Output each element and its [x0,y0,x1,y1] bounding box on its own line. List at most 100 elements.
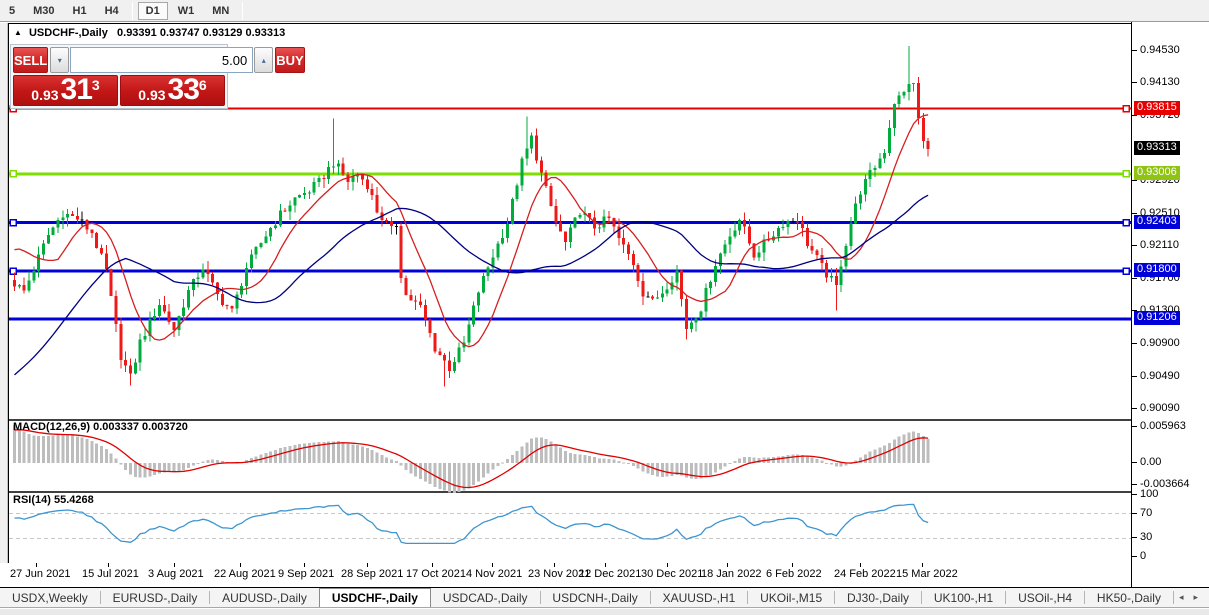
date-axis-label: 15 Mar 2022 [896,568,958,580]
tab-scroll-controls: ◂ ▸ [1172,588,1209,607]
axis-tick [1132,484,1137,486]
rsi-label: RSI(14) 55.4268 [13,494,94,506]
timeframe-button-m30[interactable]: M30 [25,2,62,20]
tab-audusd-daily[interactable]: AUDUSD-,Daily [210,588,319,607]
tab-usdchf-daily[interactable]: USDCHF-,Daily [318,588,431,607]
buy-price-pip: 6 [198,77,207,93]
axis-tick [1132,278,1137,280]
sell-price-prefix: 0.93 [31,86,59,103]
price-axis-label: 0.94130 [1140,76,1180,89]
axis-tick [1132,408,1137,410]
axis-tick [1132,82,1137,84]
date-tick [605,563,606,567]
date-axis-label: 9 Sep 2021 [278,568,335,580]
tab-uk100-h1[interactable]: UK100-,H1 [922,588,1005,607]
tab-usoil-h4[interactable]: USOil-,H4 [1006,588,1084,607]
timeframe-button-d1[interactable]: D1 [137,1,168,20]
axis-tick [1132,179,1137,181]
trading-terminal-window: 5 M30 H1 H4 D1 W1 MN ▲ USDCHF-,Daily 0.93391 0… [0,0,1209,615]
toolbar-separator [131,1,133,20]
rsi-axis-label: 70 [1140,506,1153,519]
date-tick [36,563,37,567]
date-tick [922,563,923,567]
macd-label: MACD(12,26,9) 0.003337 0.003720 [13,421,188,433]
price-axis-label: 0.90090 [1140,402,1180,415]
date-axis-label: 6 Feb 2022 [766,568,822,580]
sell-price-main: 31 [60,72,93,106]
axis-tick [1132,375,1137,377]
price-axis-label: 0.94530 [1140,44,1180,56]
date-tick [304,563,305,567]
tab-usdcad-daily[interactable]: USDCAD-,Daily [431,588,540,607]
date-axis-label: 24 Feb 2022 [834,568,896,580]
sell-button[interactable]: SELL [13,47,49,73]
axis-tick [1132,494,1137,495]
tab-usdx-weekly[interactable]: USDX,Weekly [0,588,100,607]
date-tick [108,563,109,567]
axis-tick [1132,537,1137,539]
tab-ukoil-m15[interactable]: UKOil-,M15 [748,588,834,607]
chart-title: ▲ USDCHF-,Daily 0.93391 0.93747 0.93129 … [14,27,285,39]
tab-scroll-right-icon[interactable]: ▸ [1188,592,1203,603]
tab-hk50-daily[interactable]: HK50-,Daily [1085,588,1173,607]
date-axis-label: 18 Jan 2022 [701,568,762,580]
price-level-badge: 0.93006 [1134,165,1180,180]
tab-xauusd-h1[interactable]: XAUUSD-,H1 [651,588,748,607]
date-tick [860,563,861,567]
date-tick [554,563,555,567]
timeframe-button-h1[interactable]: H1 [65,2,95,20]
price-axis-label: 0.90490 [1140,369,1180,382]
chart-symbol-period: USDCHF-,Daily [28,27,108,39]
axis-tick [1132,50,1137,51]
date-axis-label: 30 Dec 2021 [641,568,704,580]
timeframe-button-mn[interactable]: MN [204,2,237,20]
tab-usdcnh-daily[interactable]: USDCNH-,Daily [540,588,649,607]
date-tick [432,563,433,567]
price-level-badge: 0.91800 [1134,263,1180,278]
axis-tick [1132,556,1137,557]
date-axis-label: 22 Aug 2021 [214,568,276,580]
timeframe-button-h4[interactable]: H4 [97,2,127,20]
timeframe-button-w1[interactable]: W1 [170,2,203,20]
price-level-badge: 0.93313 [1134,141,1180,156]
rsi-axis-label: 0 [1140,550,1147,562]
toolbar-separator [242,1,244,20]
date-tick [367,563,368,567]
volume-down-icon[interactable]: ▾ [50,47,70,73]
volume-up-icon[interactable]: ▴ [254,47,274,73]
sell-price-box[interactable]: 0.93 31 3 [13,72,118,106]
date-tick [667,563,668,567]
tab-dj30-daily[interactable]: DJ30-,Daily [835,588,921,607]
price-level-badge: 0.93815 [1134,100,1180,115]
timeframe-button-5[interactable]: 5 [1,2,23,20]
tab-eurusd-daily[interactable]: EURUSD-,Daily [101,588,210,607]
tab-scroll-left-icon[interactable]: ◂ [1174,592,1189,603]
window-left-frame [0,23,8,587]
date-axis-label: 3 Aug 2021 [148,568,204,580]
date-axis-label: 15 Jul 2021 [82,568,139,580]
status-strip [0,609,1209,615]
macd-axis-label: 0.00 [1140,456,1162,468]
axis-tick [1132,462,1137,463]
price-axis-separator [1131,22,1132,587]
date-axis[interactable]: 27 Jun 2021 15 Jul 2021 3 Aug 2021 22 Aug 2… [0,563,1209,588]
chart-ohlc-values: 0.93391 0.93747 0.93129 0.93313 [117,27,286,39]
price-axis-label: 0.90900 [1140,336,1180,349]
rsi-axis-label: 100 [1140,488,1159,500]
collapse-arrow-icon[interactable]: ▲ [14,28,22,37]
date-axis-label: 27 Jun 2021 [10,568,71,580]
price-level-badge: 0.91206 [1134,311,1180,326]
volume-input[interactable] [70,47,254,73]
date-tick [174,563,175,567]
date-axis-label: 4 Nov 2021 [466,568,523,580]
buy-button[interactable]: BUY [275,47,305,73]
axis-tick [1132,426,1137,427]
date-tick [240,563,241,567]
price-axis[interactable]: 0.945300.941300.937200.929200.925100.921… [1132,22,1209,587]
date-tick [792,563,793,567]
axis-tick [1132,115,1137,117]
axis-tick [1132,245,1137,247]
date-tick [492,563,493,567]
date-axis-label: 28 Sep 2021 [341,568,404,580]
buy-price-box[interactable]: 0.93 33 6 [120,74,225,106]
